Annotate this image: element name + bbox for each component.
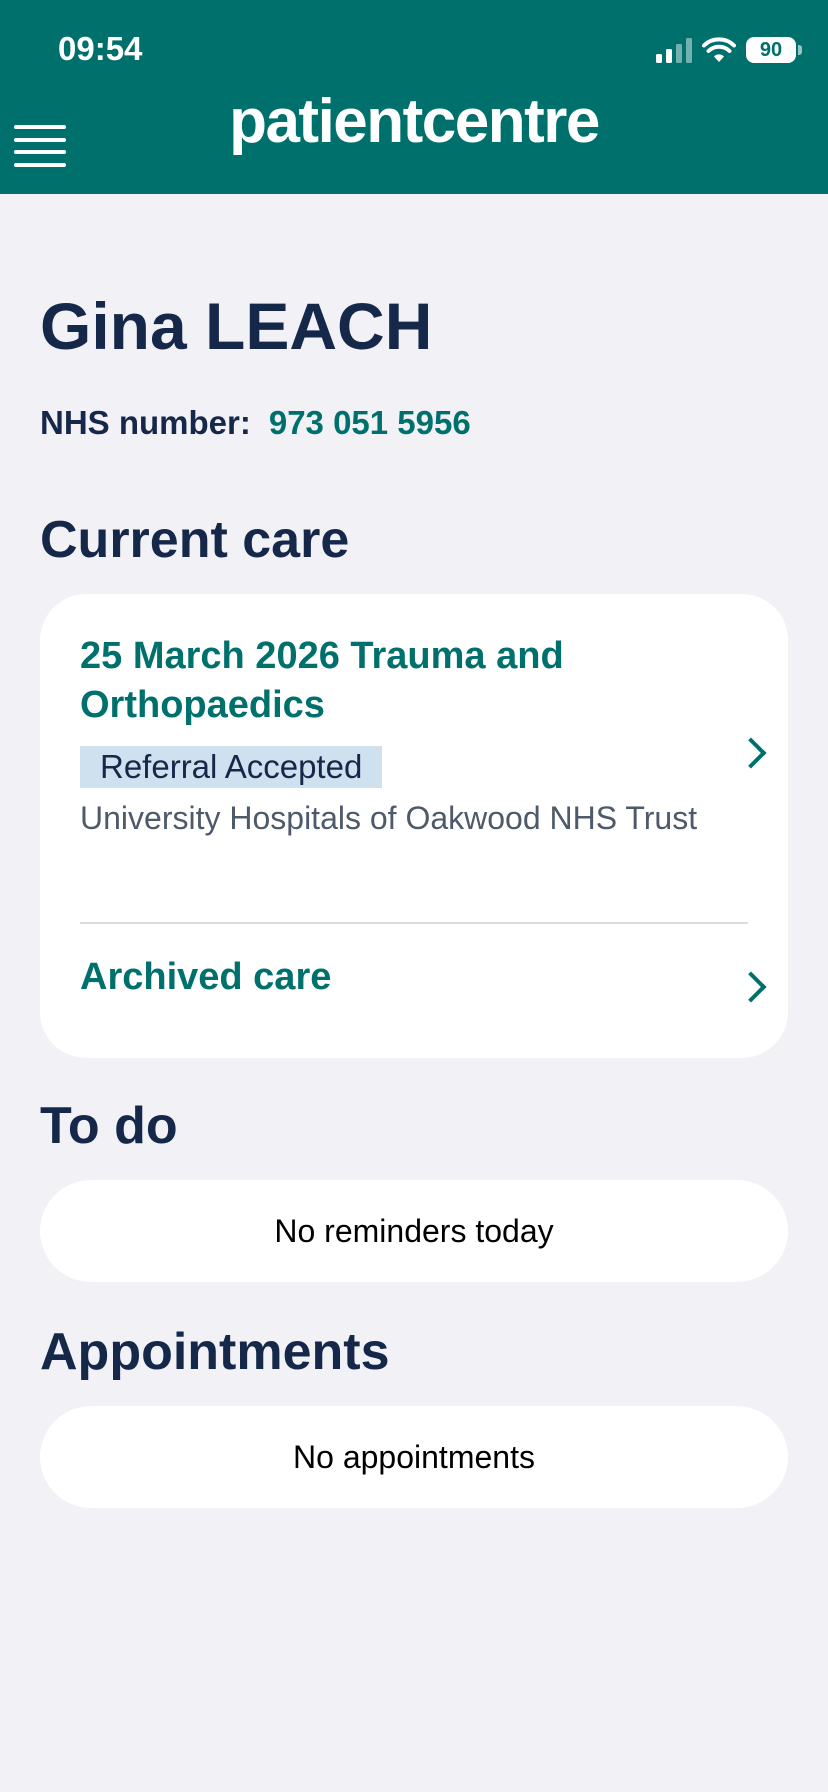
todo-empty-card: No reminders today bbox=[40, 1180, 788, 1282]
care-item[interactable]: 25 March 2026 Trauma and Orthopaedics Re… bbox=[40, 594, 788, 922]
care-item-title: 25 March 2026 Trauma and Orthopaedics bbox=[80, 635, 564, 726]
wifi-icon bbox=[702, 37, 736, 62]
appointments-empty-card: No appointments bbox=[40, 1406, 788, 1508]
battery-icon: 90 bbox=[746, 37, 802, 63]
nhs-number-value: 973 051 5956 bbox=[268, 404, 471, 441]
status-time: 09:54 bbox=[58, 30, 143, 67]
appointments-heading: Appointments bbox=[40, 1323, 390, 1381]
status-indicators: 90 bbox=[656, 34, 802, 66]
chevron-right-icon bbox=[735, 737, 767, 769]
chevron-right-icon bbox=[735, 971, 767, 1003]
archived-care-link[interactable]: Archived care bbox=[40, 926, 788, 1058]
patient-name: Gina LEACH bbox=[40, 289, 433, 363]
nhs-number-label: NHS number: bbox=[40, 404, 251, 441]
app-logo: patientcentre bbox=[229, 87, 600, 156]
archived-care-label: Archived care bbox=[80, 956, 332, 998]
current-care-heading: Current care bbox=[40, 511, 350, 569]
todo-empty-text: No reminders today bbox=[274, 1212, 554, 1249]
nhs-number-row: NHS number: 973 051 5956 bbox=[40, 404, 471, 442]
app-header: 09:54 90 patientcentre bbox=[0, 0, 828, 194]
cellular-signal-icon bbox=[656, 37, 692, 63]
appointments-empty-text: No appointments bbox=[293, 1438, 535, 1475]
divider bbox=[80, 922, 748, 924]
status-badge: Referral Accepted bbox=[80, 746, 383, 788]
todo-heading: To do bbox=[40, 1097, 178, 1155]
current-care-card: 25 March 2026 Trauma and Orthopaedics Re… bbox=[40, 594, 788, 1058]
care-item-trust: University Hospitals of Oakwood NHS Trus… bbox=[80, 800, 698, 836]
